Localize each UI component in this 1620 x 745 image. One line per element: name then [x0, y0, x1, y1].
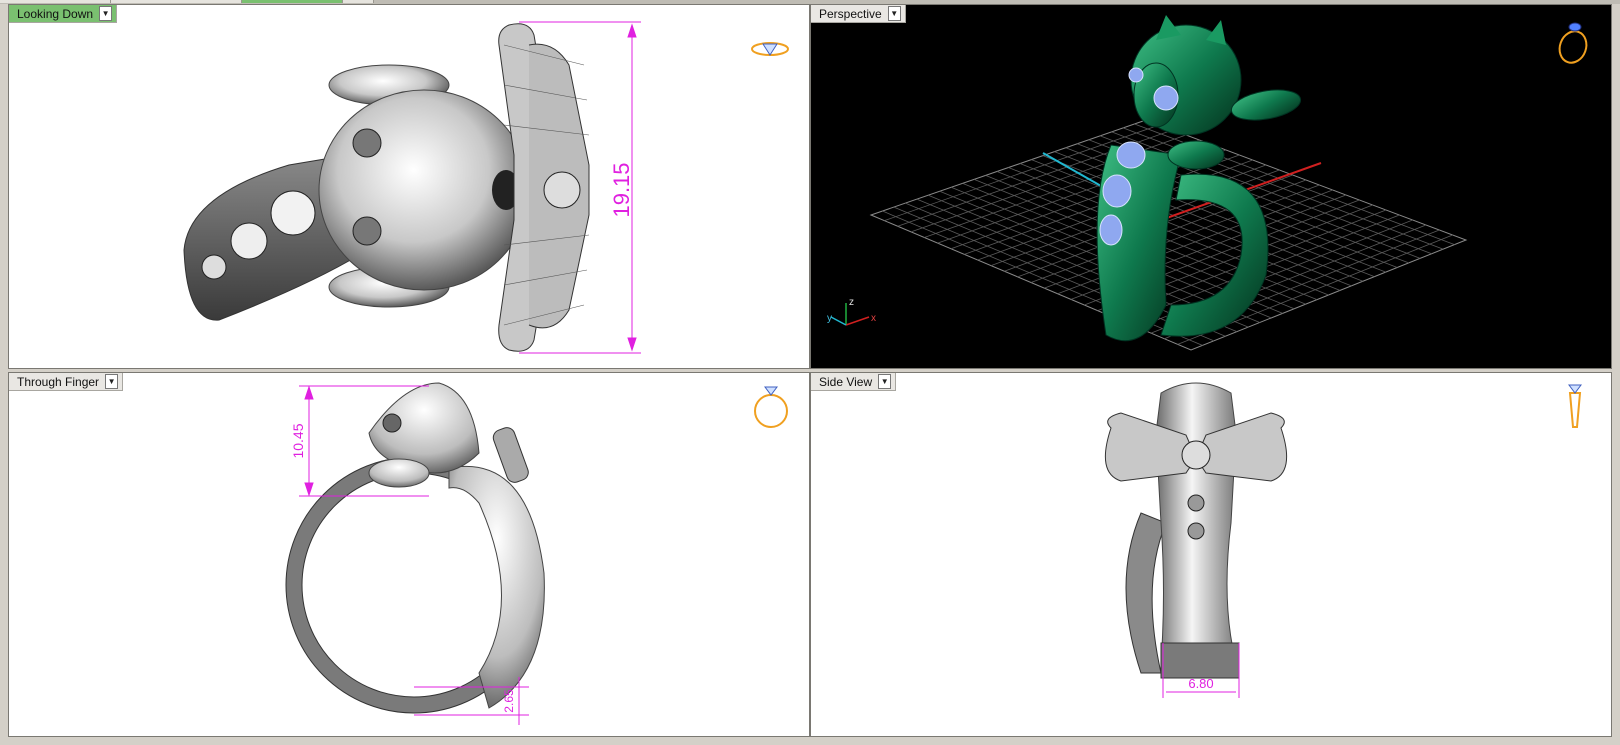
dropdown-arrow-icon[interactable]: ▼: [887, 6, 901, 21]
viewport-label-through-finger[interactable]: Through Finger ▼: [9, 373, 124, 391]
tab-3-active[interactable]: [242, 0, 343, 3]
dimension-label: 2.65: [502, 689, 516, 713]
tab-1[interactable]: [0, 0, 111, 3]
through-finger-scene: 10.45 2.65: [285, 382, 545, 725]
gem-setting: [230, 222, 268, 260]
bow-center-gem: [1181, 440, 1211, 470]
cat-eye-gem: [1128, 67, 1144, 83]
viewport-title: Perspective: [819, 6, 882, 21]
dimension-label: 19.15: [609, 162, 634, 217]
viewport-title: Looking Down: [17, 6, 94, 21]
cat-eye-gem: [1153, 85, 1179, 111]
gem-setting: [270, 190, 316, 236]
axis-z-label: z: [849, 297, 854, 308]
shank-gem: [1102, 174, 1132, 208]
dimension-label: 10.45: [290, 423, 306, 458]
perspective-scene: z x y: [827, 15, 1468, 351]
dropdown-arrow-icon[interactable]: ▼: [99, 6, 113, 21]
ring-perspective-icon: [1558, 22, 1588, 64]
axis-y-label: y: [827, 313, 832, 324]
gem-setting: [1187, 494, 1205, 512]
shank-bottom: [1160, 642, 1240, 679]
axis-x-label: x: [871, 313, 876, 324]
ring-front-icon: [754, 386, 788, 428]
side-view-scene: 6.80: [1104, 382, 1288, 698]
gem-setting: [1187, 522, 1205, 540]
dropdown-arrow-icon[interactable]: ▼: [105, 374, 119, 389]
viewport-side-view[interactable]: 6.80 Side View ▼: [810, 372, 1612, 737]
shank-gem: [1099, 214, 1123, 246]
viewport-title: Side View: [819, 374, 873, 389]
viewport-label-looking-down[interactable]: Looking Down ▼: [9, 5, 118, 23]
bow-center-gem: [543, 171, 581, 209]
ring-band-side: [1125, 512, 1167, 674]
viewport-through-finger[interactable]: 10.45 2.65 Through Finger ▼: [8, 372, 810, 737]
ring-side-icon: [1568, 384, 1582, 428]
cat-paw: [1167, 140, 1225, 170]
gem-setting: [201, 254, 227, 280]
dimension-label: 6.80: [1188, 676, 1213, 691]
viewport-looking-down[interactable]: 19.15 Looking Down ▼: [8, 4, 810, 369]
viewport-label-side-view[interactable]: Side View ▼: [811, 373, 897, 391]
diamond-ring-icon: [751, 42, 789, 56]
tab-4[interactable]: [343, 0, 374, 3]
cat-eye-gem: [352, 128, 382, 158]
viewport-title: Through Finger: [17, 374, 100, 389]
cat-eye-gem: [382, 413, 402, 433]
looking-down-scene: 19.15: [183, 21, 641, 354]
dropdown-arrow-icon[interactable]: ▼: [878, 374, 892, 389]
cat-paw: [368, 458, 430, 488]
viewport-perspective[interactable]: z x y Perspective ▼: [810, 4, 1612, 369]
shank-gem: [1116, 141, 1146, 169]
cat-eye-gem: [352, 216, 382, 246]
viewport-label-perspective[interactable]: Perspective ▼: [811, 5, 906, 23]
tab-2[interactable]: [111, 0, 242, 3]
